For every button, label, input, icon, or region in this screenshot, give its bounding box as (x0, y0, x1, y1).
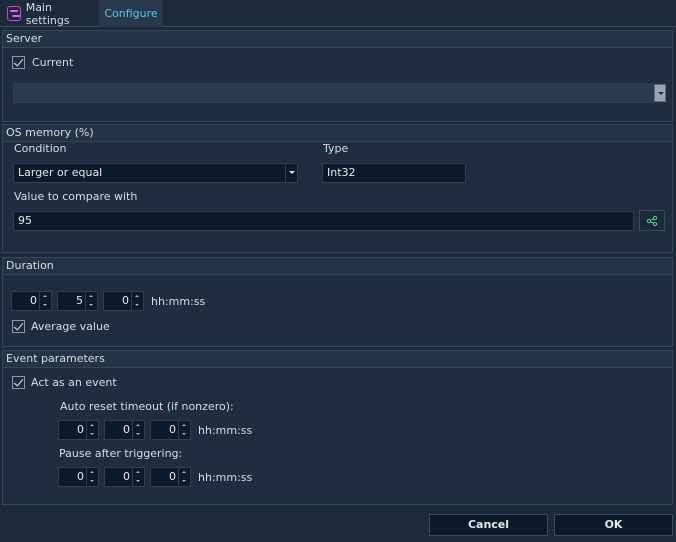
duration-seconds-down[interactable] (131, 292, 143, 310)
duration-header: Duration (3, 258, 672, 275)
type-label: Type (323, 142, 349, 155)
pause-after-label: Pause after triggering: (59, 447, 183, 460)
tab-configure[interactable]: Configure (99, 0, 163, 27)
pause-seconds-down[interactable] (178, 468, 190, 486)
compare-label: Value to compare with (14, 190, 138, 203)
duration-hours-value: 0 (30, 294, 37, 307)
reset-seconds-spinner[interactable]: 0 (150, 420, 191, 440)
server-dropdown-button[interactable] (654, 84, 666, 102)
reset-minutes-spinner[interactable]: 0 (104, 420, 145, 440)
pause-seconds-value: 0 (169, 470, 176, 483)
reset-minutes-value: 0 (123, 423, 130, 436)
reset-hours-spinner[interactable]: 0 (58, 420, 99, 440)
pause-minutes-spinner[interactable]: 0 (104, 467, 145, 487)
pause-minutes-value: 0 (123, 470, 130, 483)
reset-unit: hh:mm:ss (198, 424, 253, 437)
server-group: Server Current (2, 30, 673, 122)
server-select[interactable] (13, 83, 654, 103)
pause-unit: hh:mm:ss (198, 471, 253, 484)
reset-hours-value: 0 (77, 423, 84, 436)
pause-seconds-spinner[interactable]: 0 (150, 467, 191, 487)
reset-seconds-down[interactable] (178, 421, 190, 439)
reset-hours-down[interactable] (86, 421, 98, 439)
duration-group: Duration 0 5 0 hh:mm:ss Average value (2, 257, 673, 347)
act-as-event-label: Act as an event (31, 376, 117, 389)
os-memory-header: OS memory (%) (3, 125, 672, 142)
type-field: Int32 (322, 163, 466, 183)
os-memory-group: OS memory (%) Condition Larger or equal … (2, 124, 673, 253)
tab-configure-label: Configure (104, 7, 158, 20)
condition-select[interactable]: Larger or equal (13, 163, 298, 183)
current-label: Current (32, 56, 74, 69)
current-checkbox[interactable] (12, 56, 25, 69)
settings-app-icon (7, 6, 21, 21)
tab-main-settings[interactable]: Main settings (0, 0, 99, 27)
pause-hours-down[interactable] (86, 468, 98, 486)
condition-dropdown-button[interactable] (285, 164, 297, 182)
ok-button[interactable]: OK (554, 514, 673, 536)
duration-seconds-spinner[interactable]: 0 (103, 291, 144, 311)
act-as-event-checkbox[interactable] (12, 376, 25, 389)
pause-hours-spinner[interactable]: 0 (58, 467, 99, 487)
average-value-checkbox[interactable] (12, 320, 25, 333)
compare-value-input[interactable]: 95 (13, 211, 634, 231)
condition-label: Condition (14, 142, 67, 155)
pause-hours-value: 0 (77, 470, 84, 483)
duration-seconds-value: 0 (122, 294, 129, 307)
cancel-button[interactable]: Cancel (429, 514, 548, 536)
duration-hours-spinner[interactable]: 0 (11, 291, 52, 311)
duration-hours-down[interactable] (39, 292, 51, 310)
duration-unit: hh:mm:ss (151, 295, 206, 308)
reset-minutes-down[interactable] (132, 421, 144, 439)
reset-seconds-value: 0 (169, 423, 176, 436)
event-parameters-group: Event parameters Act as an event Auto re… (2, 350, 673, 505)
variable-link-button[interactable] (639, 210, 665, 231)
average-value-label: Average value (31, 320, 110, 333)
tab-bar: Main settings Configure (0, 0, 676, 27)
auto-reset-label: Auto reset timeout (if nonzero): (60, 400, 234, 413)
tab-main-settings-label: Main settings (25, 0, 70, 27)
pause-minutes-down[interactable] (132, 468, 144, 486)
variable-link-icon (646, 215, 658, 227)
duration-minutes-down[interactable] (85, 292, 97, 310)
server-header: Server (3, 31, 672, 48)
duration-minutes-spinner[interactable]: 5 (57, 291, 98, 311)
duration-minutes-value: 5 (76, 294, 83, 307)
event-parameters-header: Event parameters (3, 351, 672, 368)
